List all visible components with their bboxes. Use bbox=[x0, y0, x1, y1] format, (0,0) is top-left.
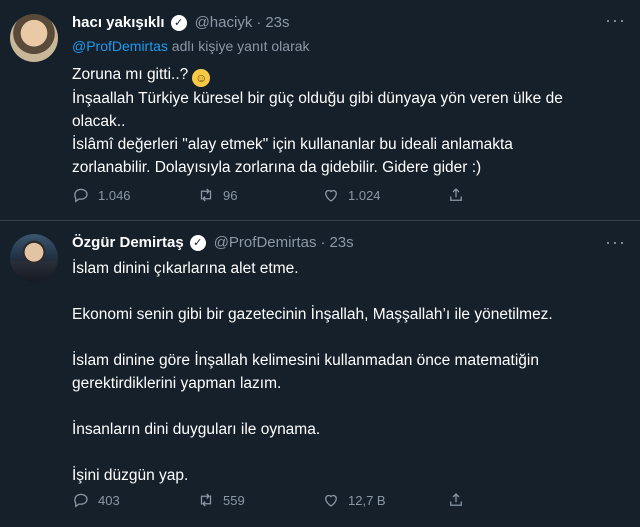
heart-icon bbox=[325, 494, 337, 507]
smiling-face-emoji-icon: ☺ bbox=[192, 69, 211, 87]
retweet-button[interactable]: 96 bbox=[197, 186, 322, 204]
speech-bubble-icon bbox=[74, 493, 88, 508]
reply-context: @ProfDemirtas adlı kişiye yanıt olarak bbox=[72, 38, 310, 54]
author-handle[interactable]: @haciyk bbox=[195, 14, 253, 31]
tweet-line: gerektirdiklerini yapman lazım. bbox=[72, 375, 282, 392]
tweet-line: zorlanabilir. Dolayısıyla zorlarına da g… bbox=[72, 159, 482, 176]
reply-mention-link[interactable]: @ProfDemirtas bbox=[72, 38, 168, 54]
more-dots-icon[interactable]: ··· bbox=[605, 232, 626, 253]
tweet-line: İnşaallah Türkiye küresel bir güç olduğu… bbox=[72, 90, 563, 107]
retweet-button[interactable]: 559 bbox=[197, 491, 322, 509]
tweet-haciyk[interactable]: hacı yakışıklı ✓ @haciyk · 23s ··· @Prof… bbox=[0, 0, 640, 221]
retweet-icon bbox=[200, 188, 212, 202]
like-count: 1.024 bbox=[348, 187, 381, 203]
tweet-header: hacı yakışıklı ✓ @haciyk · 23s bbox=[72, 14, 290, 31]
timestamp[interactable]: 23s bbox=[265, 14, 289, 31]
verified-badge-icon: ✓ bbox=[189, 234, 206, 251]
speech-bubble-icon bbox=[74, 188, 88, 203]
heart-icon bbox=[325, 189, 337, 202]
more-dots-icon[interactable]: ··· bbox=[605, 10, 626, 31]
tweet-line: İslam dinini çıkarlarına alet etme. bbox=[72, 260, 299, 277]
reply-count: 403 bbox=[98, 492, 120, 508]
tweet-header: Özgür Demirtaş ✓ @ProfDemirtas · 23s bbox=[72, 234, 354, 251]
tweet-line: İslam dinine göre İnşallah kelimesini ku… bbox=[72, 352, 539, 369]
tweet-line: Zoruna mı gitti..? ☺ bbox=[72, 63, 627, 87]
separator-dot: · bbox=[320, 234, 326, 251]
like-button[interactable]: 1.024 bbox=[322, 186, 447, 204]
reply-button[interactable]: 1.046 bbox=[72, 186, 197, 204]
author-name[interactable]: hacı yakışıklı bbox=[72, 14, 165, 31]
retweet-count: 96 bbox=[223, 187, 238, 203]
author-handle[interactable]: @ProfDemirtas bbox=[214, 234, 317, 251]
reply-context-text: adlı kişiye yanıt olarak bbox=[167, 38, 310, 54]
retweet-icon bbox=[200, 493, 212, 507]
author-name[interactable]: Özgür Demirtaş bbox=[72, 234, 184, 251]
tweet-line: İşini düzgün yap. bbox=[72, 467, 189, 484]
tweet-actions: 1.046 96 1.024 bbox=[72, 186, 542, 204]
verified-badge-icon: ✓ bbox=[170, 14, 187, 31]
like-button[interactable]: 12,7 B bbox=[322, 491, 447, 509]
tweet-profdemirtas[interactable]: Özgür Demirtaş ✓ @ProfDemirtas · 23s ···… bbox=[0, 222, 640, 527]
tweet-line-text: Zoruna mı gitti..? bbox=[72, 66, 189, 83]
tweet-actions: 403 559 12,7 B bbox=[72, 491, 542, 509]
avatar[interactable] bbox=[10, 234, 58, 282]
timeline: hacı yakışıklı ✓ @haciyk · 23s ··· @Prof… bbox=[0, 0, 640, 527]
timestamp[interactable]: 23s bbox=[329, 234, 353, 251]
share-button[interactable] bbox=[447, 491, 465, 509]
separator-dot: · bbox=[256, 14, 262, 31]
tweet-line: İslâmî değerleri "alay etmek" için kulla… bbox=[72, 136, 513, 153]
reply-button[interactable]: 403 bbox=[72, 491, 197, 509]
tweet-text: Zoruna mı gitti..? ☺ İnşaallah Türkiye kü… bbox=[72, 63, 627, 179]
retweet-count: 559 bbox=[223, 492, 245, 508]
like-count: 12,7 B bbox=[348, 492, 386, 508]
reply-count: 1.046 bbox=[98, 187, 131, 203]
tweet-line: olacak.. bbox=[72, 113, 126, 130]
avatar[interactable] bbox=[10, 14, 58, 62]
share-icon bbox=[450, 188, 462, 201]
share-button[interactable] bbox=[447, 186, 465, 204]
tweet-text: İslam dinini çıkarlarına alet etme. Ekon… bbox=[72, 257, 627, 487]
share-icon bbox=[450, 493, 462, 506]
tweet-line: Ekonomi senin gibi bir gazetecinin İnşal… bbox=[72, 306, 553, 323]
tweet-line: İnsanların dini duyguları ile oynama. bbox=[72, 421, 321, 438]
